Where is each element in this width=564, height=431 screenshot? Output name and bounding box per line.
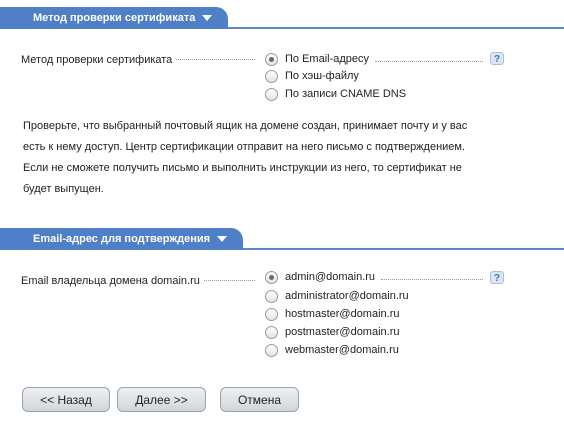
radio-option-administrator[interactable]: administrator@domain.ru: [265, 287, 409, 305]
radio-unchecked-icon[interactable]: [265, 325, 278, 339]
leader-dots: [203, 280, 255, 281]
caret-down-icon[interactable]: [217, 236, 228, 243]
radio-option-cname-dns[interactable]: По записи CNAME DNS: [265, 85, 406, 103]
radio-checked-icon[interactable]: [265, 270, 278, 284]
radio-checked-icon[interactable]: [265, 52, 278, 66]
help-icon[interactable]: ?: [490, 271, 504, 284]
paragraph-line: Проверьте, что выбранный почтовый ящик н…: [23, 120, 468, 132]
section-header-email-confirmation: Email-адрес для подтверждения: [0, 228, 564, 250]
leader-dots: [381, 278, 483, 280]
back-button[interactable]: << Назад: [22, 387, 110, 412]
field-label-text: Метод проверки сертификата: [21, 54, 173, 66]
radio-label[interactable]: admin@domain.ru: [285, 271, 375, 283]
instructions-paragraph: Проверьте, что выбранный почтовый ящик н…: [23, 116, 493, 200]
radio-unchecked-icon[interactable]: [265, 307, 278, 321]
field-label-domain-owner-email: Email владельца домена domain.ru: [21, 275, 259, 287]
radio-unchecked-icon[interactable]: [265, 343, 278, 357]
cancel-button[interactable]: Отмена: [220, 387, 299, 412]
radio-label[interactable]: administrator@domain.ru: [285, 290, 409, 302]
section-tab-verification-method[interactable]: Метод проверки сертификата: [0, 7, 229, 29]
section-title: Метод проверки сертификата: [33, 12, 196, 24]
section-header-verification-method: Метод проверки сертификата: [0, 7, 564, 29]
radio-unchecked-icon[interactable]: [265, 69, 278, 83]
next-button[interactable]: Далее >>: [117, 387, 206, 412]
radio-option-hostmaster[interactable]: hostmaster@domain.ru: [265, 305, 400, 323]
radio-option-postmaster[interactable]: postmaster@domain.ru: [265, 323, 400, 341]
paragraph-line: будет выпущен.: [23, 183, 104, 195]
section-title: Email-адрес для подтверждения: [33, 233, 211, 245]
section-tab-email-confirmation[interactable]: Email-адрес для подтверждения: [0, 228, 244, 250]
leader-dots: [375, 60, 483, 62]
radio-unchecked-icon[interactable]: [265, 87, 278, 101]
radio-option-hash-file[interactable]: По хэш-файлу: [265, 67, 359, 85]
caret-down-icon[interactable]: [202, 15, 213, 22]
leader-dots: [176, 59, 255, 60]
radio-label[interactable]: По записи CNAME DNS: [285, 88, 406, 100]
radio-label[interactable]: По Email-адресу: [285, 53, 369, 65]
radio-option-admin[interactable]: admin@domain.ru: [265, 268, 487, 286]
radio-unchecked-icon[interactable]: [265, 289, 278, 303]
radio-label[interactable]: hostmaster@domain.ru: [285, 308, 400, 320]
radio-label[interactable]: webmaster@domain.ru: [285, 344, 399, 356]
paragraph-line: Если не сможете получить письмо и выполн…: [23, 162, 462, 174]
radio-label[interactable]: postmaster@domain.ru: [285, 326, 400, 338]
field-label-text: Email владельца домена domain.ru: [21, 275, 200, 287]
radio-option-email[interactable]: По Email-адресу: [265, 50, 487, 68]
help-icon[interactable]: ?: [490, 52, 504, 65]
radio-option-webmaster[interactable]: webmaster@domain.ru: [265, 341, 399, 359]
field-label-verification-method: Метод проверки сертификата: [21, 54, 259, 66]
paragraph-line: есть к нему доступ. Центр сертификации о…: [23, 141, 466, 153]
radio-label[interactable]: По хэш-файлу: [285, 70, 359, 82]
